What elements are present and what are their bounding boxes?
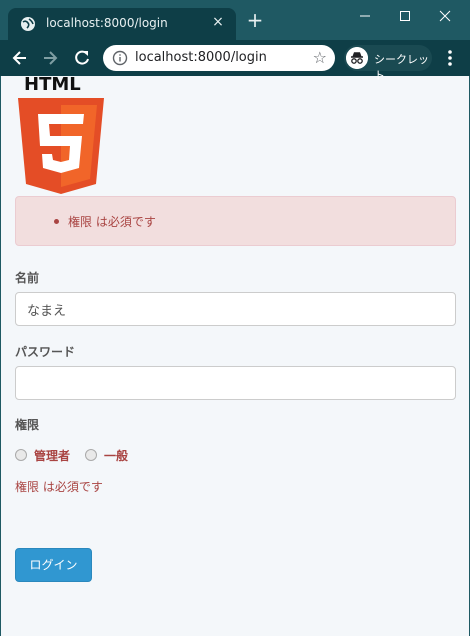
address-bar[interactable]: localhost:8000/login ☆ [103,45,335,71]
globe-icon [21,17,35,31]
role-radio-general[interactable] [85,449,97,461]
incognito-label: シークレット [374,53,429,82]
browser-tab[interactable]: localhost:8000/login × [8,8,236,40]
role-error-message: 権限 は必須です [15,480,103,494]
password-input[interactable] [15,366,456,400]
window-border-left [0,76,1,636]
tab-title: localhost:8000/login [46,16,168,30]
tab-close-icon[interactable]: × [208,14,228,30]
role-option-general-label[interactable]: 一般 [104,447,128,464]
name-input[interactable] [15,292,456,326]
back-arrow-icon[interactable] [10,48,30,68]
reload-icon[interactable] [72,48,92,68]
minimize-icon[interactable] [350,6,380,26]
login-button[interactable]: ログイン [15,548,92,582]
alert-error-item: 権限 は必須です [68,215,156,229]
incognito-icon [346,47,368,69]
password-label: パスワード [15,345,76,359]
address-bar-url: localhost:8000/login [135,50,267,65]
kebab-menu-icon[interactable] [442,48,458,68]
maximize-icon[interactable] [390,6,420,26]
html5-logo: HTML [18,76,104,194]
new-tab-button[interactable]: + [244,10,266,32]
role-option-admin-label[interactable]: 管理者 [34,447,70,464]
html5-logo-text: HTML [24,76,81,95]
error-alert: 権限 は必須です [15,196,456,246]
window-close-icon[interactable] [430,6,460,26]
browser-toolbar: localhost:8000/login ☆ シークレット [0,40,470,82]
incognito-badge[interactable]: シークレット [344,45,432,82]
role-label: 権限 [15,418,40,432]
browser-titlebar: localhost:8000/login × + [0,0,470,40]
alert-bullet [54,219,59,224]
info-icon[interactable] [112,50,128,66]
name-label: 名前 [15,271,40,285]
forward-arrow-icon[interactable] [40,48,60,68]
role-radio-admin[interactable] [15,449,27,461]
bookmark-star-icon[interactable]: ☆ [313,48,327,67]
